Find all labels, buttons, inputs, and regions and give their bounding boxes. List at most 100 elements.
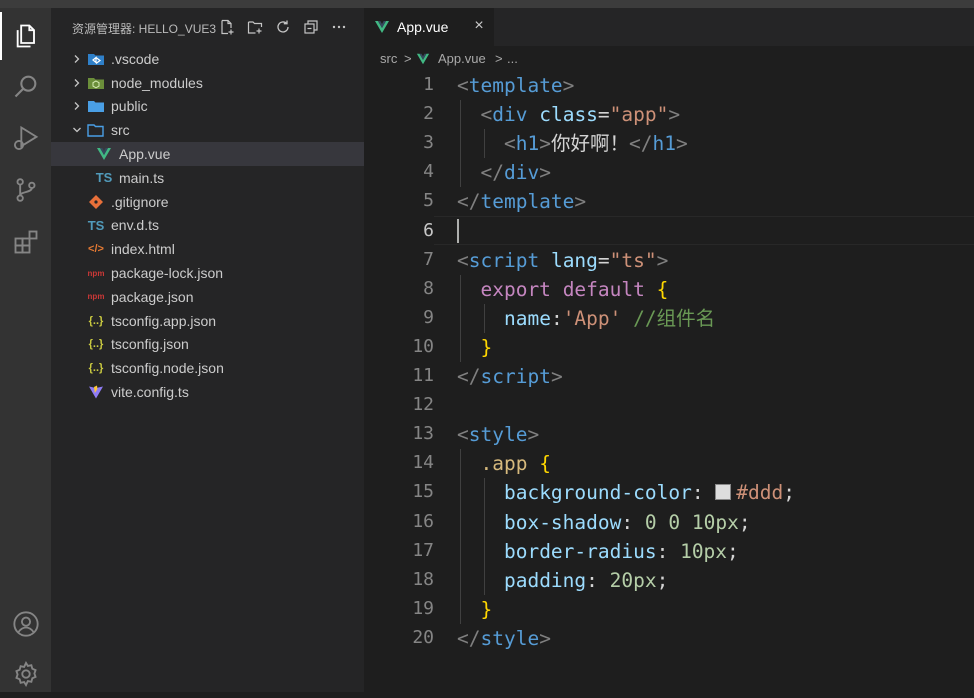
tree-file[interactable]: App.vue xyxy=(51,142,364,166)
code-token: > xyxy=(539,626,551,650)
tree-file[interactable]: vite.config.ts xyxy=(51,380,364,404)
tree-item-label: .gitignore xyxy=(111,193,169,210)
code-token: 20px xyxy=(609,568,657,592)
tree-file[interactable]: {..} tsconfig.app.json xyxy=(51,309,364,333)
manage-activity-button[interactable] xyxy=(0,650,51,698)
indent-guide xyxy=(484,129,485,159)
new-folder-button[interactable] xyxy=(245,17,265,37)
search-activity-button[interactable] xyxy=(0,62,51,110)
html-icon: </> xyxy=(88,243,104,256)
refresh-explorer-button[interactable] xyxy=(273,17,293,37)
indent-guide xyxy=(460,449,461,624)
explorer-activity-button[interactable] xyxy=(0,12,51,60)
color-swatch[interactable] xyxy=(715,484,732,501)
code-token: > xyxy=(675,132,688,156)
extensions-icon xyxy=(14,230,37,254)
folder-open-icon xyxy=(87,122,105,138)
code-token: div xyxy=(492,103,528,127)
code-token: 0 xyxy=(644,510,657,534)
code-token: div xyxy=(503,161,540,185)
chevron-right-icon[interactable] xyxy=(71,77,83,89)
accounts-activity-button[interactable] xyxy=(0,600,51,648)
code-line: <style> xyxy=(457,420,539,449)
tree-folder[interactable]: src xyxy=(51,118,364,142)
code-token: : xyxy=(621,510,645,534)
code-token: ; xyxy=(727,539,739,563)
chevron-down-icon[interactable] xyxy=(71,124,83,136)
code-token: > xyxy=(527,423,540,447)
code-line: </div> xyxy=(457,158,550,187)
code-token: name xyxy=(503,306,551,330)
tree-file[interactable]: TS main.ts xyxy=(51,166,364,190)
tree-file[interactable]: npm package.json xyxy=(51,285,364,309)
indent-guide xyxy=(460,100,461,188)
code-line: <template> xyxy=(457,71,574,100)
line-number: 2 xyxy=(423,103,434,125)
indent-guide xyxy=(460,274,461,362)
code-token: < xyxy=(480,103,493,127)
tree-file[interactable]: npm package-lock.json xyxy=(51,261,364,285)
code-token: </ xyxy=(457,190,481,214)
npm-icon: npm xyxy=(87,268,105,278)
tree-file[interactable]: .gitignore xyxy=(51,190,364,214)
source-control-icon xyxy=(16,178,35,202)
line-number: 15 xyxy=(412,481,434,503)
node-folder-icon xyxy=(87,75,105,91)
code-line: <h1>你好啊！</h1> xyxy=(457,129,688,158)
line-number: 9 xyxy=(423,306,434,328)
code-token: > xyxy=(656,248,669,272)
code-line: </template> xyxy=(457,187,586,216)
tree-item-label: public xyxy=(111,98,148,115)
collapse-folders-button[interactable] xyxy=(301,17,321,37)
files-icon xyxy=(16,24,35,48)
chevron-right-icon[interactable] xyxy=(71,53,83,65)
breadcrumb-file[interactable]: App.vue xyxy=(438,51,486,66)
tree-file[interactable]: {..} tsconfig.node.json xyxy=(51,356,364,380)
code-token: > xyxy=(574,190,587,214)
code-line: } xyxy=(457,333,492,362)
code-line: <script lang="ts"> xyxy=(457,246,668,275)
vite-icon xyxy=(87,384,105,400)
tree-file[interactable]: TS env.d.ts xyxy=(51,214,364,238)
tree-folder[interactable]: node_modules xyxy=(51,71,364,95)
tree-file[interactable]: {..} tsconfig.json xyxy=(51,333,364,357)
breadcrumb-more[interactable]: ... xyxy=(507,51,518,66)
new-file-button[interactable] xyxy=(217,17,237,37)
line-number: 11 xyxy=(412,365,434,386)
code-token: > xyxy=(539,132,551,156)
breadcrumb-folder[interactable]: src xyxy=(380,51,397,66)
run-debug-activity-button[interactable] xyxy=(0,114,51,162)
line-number: 18 xyxy=(412,568,434,590)
code-token: template xyxy=(480,190,575,214)
chevron-right-icon[interactable] xyxy=(71,100,83,112)
code-token: </ xyxy=(457,365,481,388)
extensions-activity-button[interactable] xyxy=(0,218,51,266)
code-token: </ xyxy=(628,132,653,156)
code-token: h1 xyxy=(515,132,540,156)
code-token: : xyxy=(691,481,716,505)
code-token: : xyxy=(586,568,610,592)
run-debug-icon xyxy=(13,125,38,151)
tree-folder[interactable]: public xyxy=(51,95,364,119)
tree-folder[interactable]: .vscode xyxy=(51,47,364,71)
code-editor[interactable]: 1 2 3 4 5 6 7 8 9 10 11 12 13 14 15 16 17 18 19 20 <templat… xyxy=(364,71,974,692)
line-number: 14 xyxy=(412,452,434,474)
code-token: //组件名 xyxy=(633,306,716,330)
tree-file[interactable]: </> index.html xyxy=(51,237,364,261)
current-line-highlight xyxy=(434,216,974,245)
code-token: .app xyxy=(480,452,528,476)
code-line: </script> xyxy=(457,362,563,391)
search-icon xyxy=(14,75,36,98)
source-control-activity-button[interactable] xyxy=(0,166,51,214)
tab-app-vue[interactable]: App.vue × xyxy=(364,8,494,46)
json-icon: {..} xyxy=(88,314,104,327)
more-actions-button[interactable] xyxy=(329,17,349,37)
tree-item-label: tsconfig.app.json xyxy=(111,312,217,329)
breadcrumb: src > App.vue > ... xyxy=(364,47,974,71)
tree-item-label: node_modules xyxy=(111,74,203,91)
folder-icon xyxy=(87,98,105,114)
tab-close-button[interactable]: × xyxy=(470,17,488,35)
